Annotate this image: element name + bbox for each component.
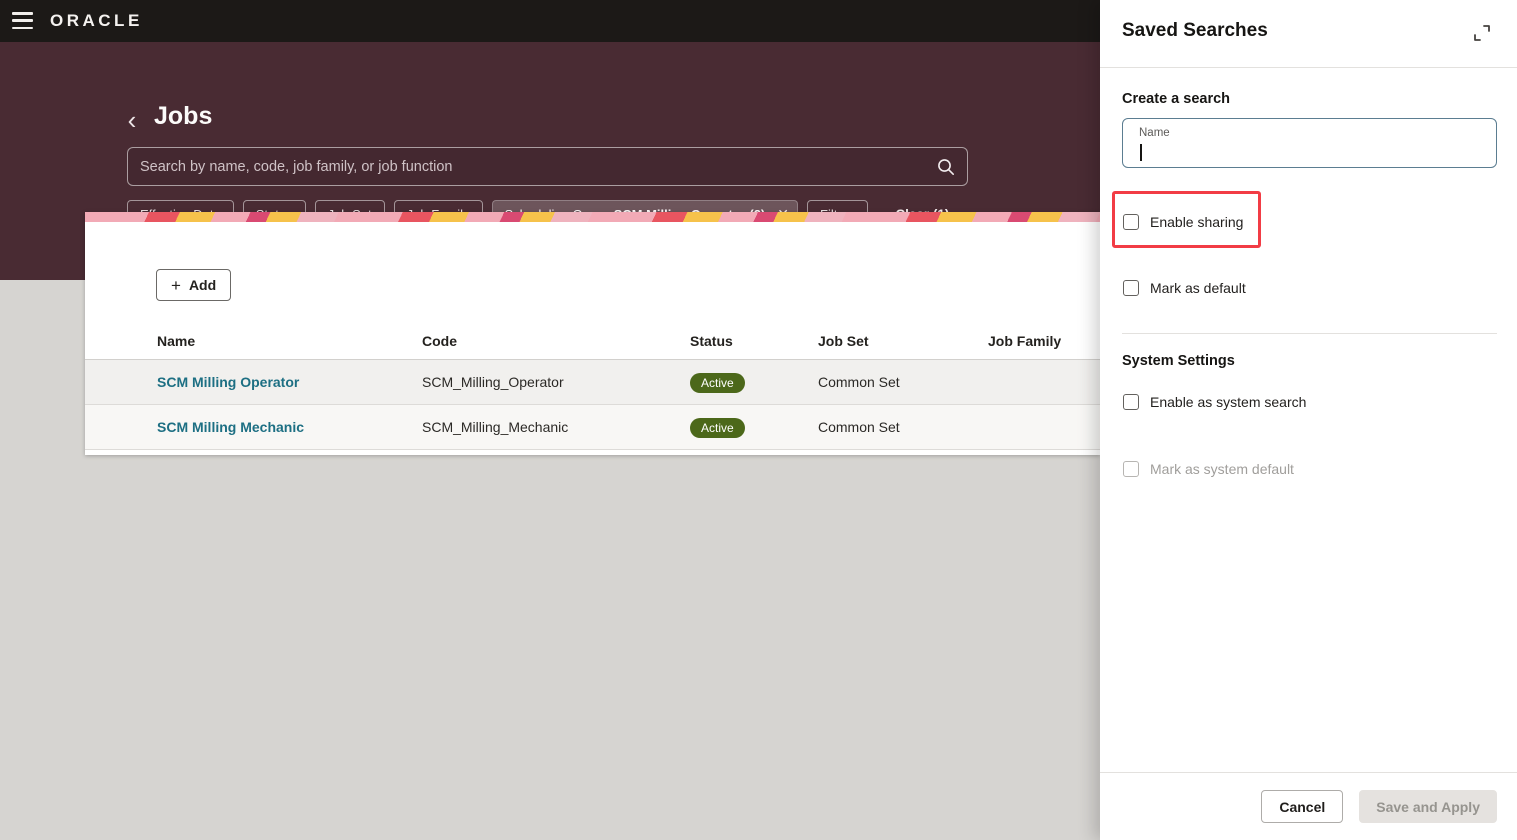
job-code-cell: SCM_Milling_Mechanic xyxy=(422,419,568,435)
page-title: Jobs xyxy=(154,102,212,131)
job-name-link[interactable]: SCM Milling Mechanic xyxy=(157,419,304,435)
job-set-cell: Common Set xyxy=(818,374,900,390)
add-button[interactable]: + Add xyxy=(156,269,231,301)
expand-panel-icon[interactable] xyxy=(1471,22,1493,44)
system-settings-heading: System Settings xyxy=(1122,353,1235,369)
saved-search-name-input[interactable]: Name xyxy=(1122,118,1497,168)
job-name-link[interactable]: SCM Milling Operator xyxy=(157,374,299,390)
save-and-apply-button[interactable]: Save and Apply xyxy=(1359,790,1497,823)
search-bar[interactable] xyxy=(127,147,968,186)
table-header-row: Name Code Status Job Set Job Family xyxy=(85,324,1100,360)
mark-system-default-label: Mark as system default xyxy=(1150,461,1294,477)
status-badge: Active xyxy=(690,373,745,393)
enable-system-search-checkbox[interactable] xyxy=(1123,394,1139,410)
enable-system-search-row[interactable]: Enable as system search xyxy=(1123,391,1306,413)
cancel-button[interactable]: Cancel xyxy=(1261,790,1343,823)
job-code-cell: SCM_Milling_Operator xyxy=(422,374,564,390)
status-badge: Active xyxy=(690,418,745,438)
panel-footer: Cancel Save and Apply xyxy=(1100,772,1517,840)
global-header: ORACLE xyxy=(0,0,1100,42)
job-set-cell: Common Set xyxy=(818,419,900,435)
enable-system-search-label: Enable as system search xyxy=(1150,394,1306,410)
back-chevron-icon: ‹ xyxy=(128,105,137,135)
divider xyxy=(1122,333,1497,334)
oracle-logo: ORACLE xyxy=(50,0,143,42)
name-field-label: Name xyxy=(1139,127,1170,139)
table-row[interactable]: SCM Milling Mechanic SCM_Milling_Mechani… xyxy=(85,405,1100,450)
plus-icon: + xyxy=(171,277,181,294)
column-header-status[interactable]: Status xyxy=(690,333,733,349)
decorative-banner xyxy=(85,212,1100,222)
column-header-job-family[interactable]: Job Family xyxy=(988,333,1061,349)
mark-as-default-checkbox[interactable] xyxy=(1123,280,1139,296)
text-cursor xyxy=(1140,144,1142,161)
divider xyxy=(1100,67,1517,68)
app-root: ORACLE ‹ Jobs Effective Date Status Job … xyxy=(0,0,1517,840)
enable-sharing-row[interactable]: Enable sharing xyxy=(1123,211,1243,233)
mark-system-default-checkbox xyxy=(1123,461,1139,477)
panel-title: Saved Searches xyxy=(1122,20,1268,42)
column-header-code[interactable]: Code xyxy=(422,333,457,349)
search-icon[interactable] xyxy=(937,158,955,176)
create-search-heading: Create a search xyxy=(1122,91,1230,107)
menu-icon[interactable] xyxy=(12,12,33,29)
back-button[interactable]: ‹ xyxy=(118,104,146,136)
saved-searches-panel: Saved Searches Create a search Name Enab… xyxy=(1100,0,1517,840)
column-header-name[interactable]: Name xyxy=(157,333,195,349)
results-card: + Add Name Code Status Job Set Job Famil… xyxy=(85,212,1100,455)
jobs-page: ORACLE ‹ Jobs Effective Date Status Job … xyxy=(0,0,1100,840)
mark-as-default-row[interactable]: Mark as default xyxy=(1123,277,1246,299)
enable-sharing-label: Enable sharing xyxy=(1150,214,1243,230)
mark-as-default-label: Mark as default xyxy=(1150,280,1246,296)
table-row[interactable]: SCM Milling Operator SCM_Milling_Operato… xyxy=(85,360,1100,405)
column-header-job-set[interactable]: Job Set xyxy=(818,333,869,349)
add-button-label: Add xyxy=(189,277,216,293)
search-input[interactable] xyxy=(140,159,937,175)
mark-system-default-row: Mark as system default xyxy=(1123,458,1294,480)
enable-sharing-checkbox[interactable] xyxy=(1123,214,1139,230)
